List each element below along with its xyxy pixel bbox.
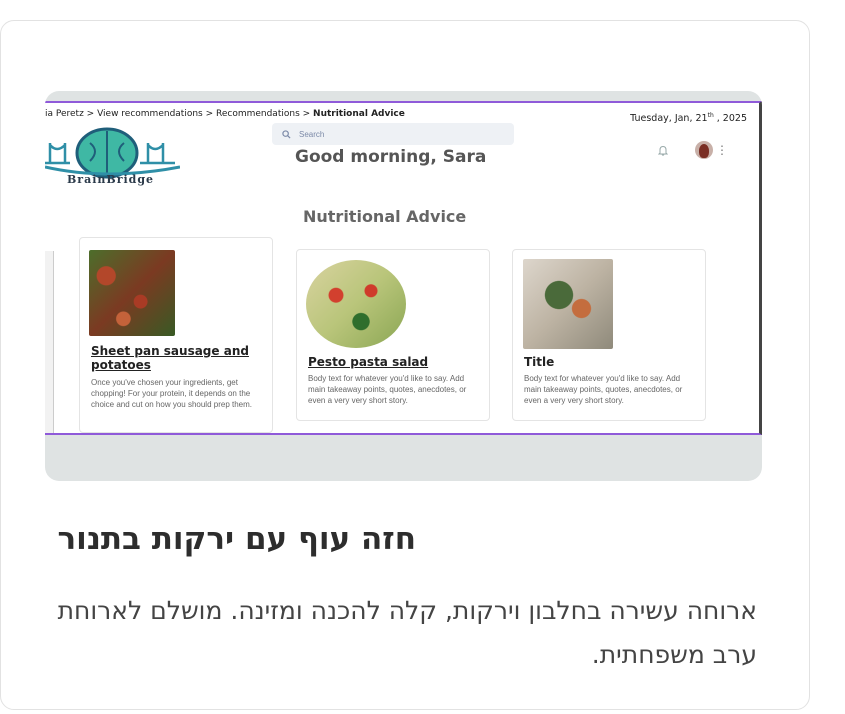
recipe-image xyxy=(306,260,406,348)
breadcrumb-current: Nutritional Advice xyxy=(313,109,405,119)
avatar[interactable] xyxy=(695,141,713,159)
greeting: Good morning, Sara xyxy=(295,147,487,167)
search-input[interactable]: Search xyxy=(272,123,514,145)
recipe-image xyxy=(523,259,613,349)
breadcrumb: ia Peretz > View recommendations > Recom… xyxy=(45,109,405,119)
recipe-title[interactable]: Title xyxy=(524,355,694,369)
date-label: Tuesday, Jan, 21th , 2025 xyxy=(630,112,747,124)
recipe-body: Body text for whatever you'd like to say… xyxy=(308,374,467,405)
sidebar-edge xyxy=(45,251,54,433)
preview-image[interactable]: ia Peretz > View recommendations > Recom… xyxy=(45,91,762,481)
bell-icon[interactable] xyxy=(658,145,668,156)
recipe-card[interactable]: Title Body text for whatever you'd like … xyxy=(512,249,706,421)
recipe-title[interactable]: Sheet pan sausage and potatoes xyxy=(91,344,261,372)
date-year: , 2025 xyxy=(713,113,747,125)
recipe-body: Body text for whatever you'd like to say… xyxy=(524,374,683,405)
brand-name: BrainBridge xyxy=(67,173,155,186)
recipe-card[interactable]: Pesto pasta salad Body text for whatever… xyxy=(296,249,490,421)
recipe-title[interactable]: Pesto pasta salad xyxy=(308,355,478,369)
article-title[interactable]: חזה עוף עם ירקות בתנור xyxy=(58,521,416,557)
date-day: Tuesday, Jan, 21 xyxy=(630,113,708,125)
search-icon xyxy=(282,129,291,139)
search-placeholder: Search xyxy=(299,129,325,139)
article-description: ארוחה עשירה בחלבון וירקות, קלה להכנה ומז… xyxy=(57,596,757,669)
recipe-card[interactable]: Sheet pan sausage and potatoes Once you'… xyxy=(79,237,273,433)
more-icon[interactable]: ⋮ xyxy=(716,143,728,157)
recipe-body: Once you've chosen your ingredients, get… xyxy=(91,378,252,409)
article-card[interactable]: ia Peretz > View recommendations > Recom… xyxy=(0,20,810,710)
breadcrumb-path: ia Peretz > View recommendations > Recom… xyxy=(45,109,314,119)
app-screenshot: ia Peretz > View recommendations > Recom… xyxy=(45,101,762,435)
section-title: Nutritional Advice xyxy=(303,207,467,226)
recipe-image xyxy=(89,250,175,336)
